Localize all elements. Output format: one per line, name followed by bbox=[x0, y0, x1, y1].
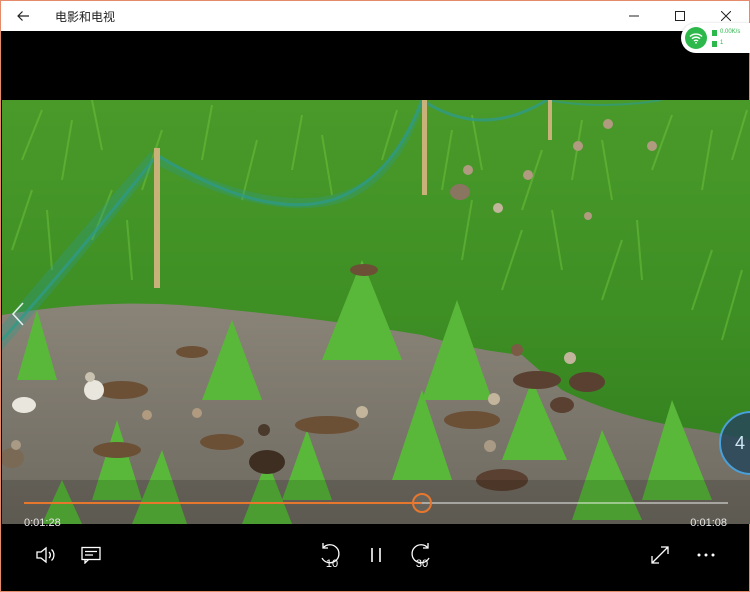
previous-button[interactable] bbox=[11, 301, 25, 332]
pause-button[interactable] bbox=[358, 539, 394, 571]
more-icon bbox=[697, 553, 715, 557]
skip-back-button[interactable]: 10 bbox=[312, 539, 348, 571]
back-button[interactable] bbox=[1, 1, 45, 31]
seek-bar[interactable] bbox=[24, 493, 728, 513]
skip-forward-button[interactable]: 30 bbox=[403, 539, 439, 571]
battery-icon bbox=[712, 40, 717, 47]
seek-thumb[interactable] bbox=[411, 493, 432, 513]
title-bar: 电影和电视 bbox=[1, 1, 749, 31]
side-widget-value: 4 bbox=[735, 432, 746, 453]
more-options-button[interactable] bbox=[688, 539, 724, 571]
volume-icon bbox=[36, 546, 55, 564]
network-connections: 1 bbox=[720, 40, 724, 46]
video-frame[interactable] bbox=[2, 100, 750, 524]
app-window: 电影和电视 0.00K/s 1 4 0:01:28 0:01:08 10 30 bbox=[0, 0, 750, 592]
fullscreen-button[interactable] bbox=[642, 539, 678, 571]
network-widget[interactable]: 0.00K/s 1 bbox=[681, 23, 750, 53]
app-title: 电影和电视 bbox=[55, 9, 116, 24]
skip-back-seconds: 10 bbox=[326, 558, 338, 570]
minimize-icon bbox=[629, 15, 639, 17]
seek-bar-progress bbox=[24, 502, 422, 504]
subtitles-button[interactable] bbox=[73, 539, 109, 571]
wifi-icon bbox=[685, 27, 707, 49]
transfer-icon bbox=[712, 29, 717, 36]
network-speed: 0.00K/s bbox=[720, 29, 741, 35]
skip-back-icon: 10 bbox=[321, 543, 340, 570]
skip-forward-icon: 30 bbox=[411, 543, 430, 570]
volume-button[interactable] bbox=[28, 539, 64, 571]
remaining-time: 0:01:08 bbox=[690, 517, 727, 529]
minimize-button[interactable] bbox=[611, 1, 657, 31]
arrow-left-icon bbox=[17, 11, 29, 21]
pause-icon bbox=[371, 548, 381, 562]
chevron-left-icon bbox=[11, 302, 24, 326]
subtitles-icon bbox=[81, 546, 101, 564]
maximize-icon bbox=[675, 11, 685, 21]
close-icon bbox=[721, 11, 731, 21]
fullscreen-icon bbox=[651, 546, 669, 564]
skip-forward-seconds: 30 bbox=[416, 558, 428, 570]
elapsed-time: 0:01:28 bbox=[24, 517, 61, 529]
